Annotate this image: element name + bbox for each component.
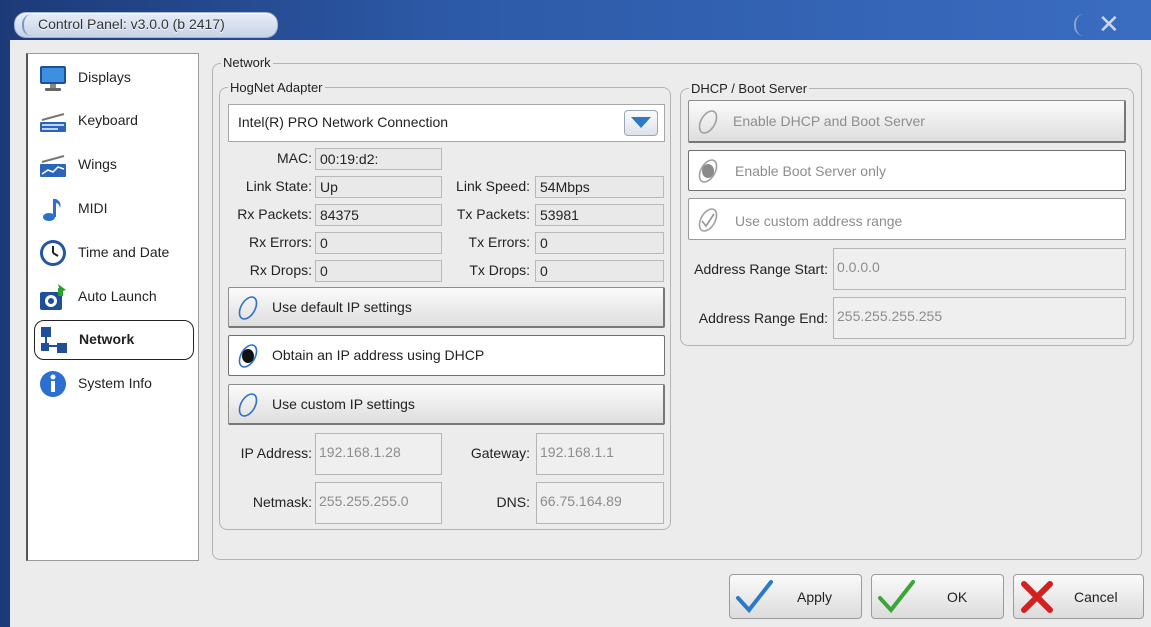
rx-packets-value: 84375 bbox=[315, 204, 442, 226]
mac-value: 00:19:d2: bbox=[315, 148, 442, 170]
enable-dhcp-boot-label: Enable DHCP and Boot Server bbox=[733, 113, 925, 129]
rx-errors-label: Rx Errors: bbox=[249, 234, 312, 250]
sidebar-item-auto-launch[interactable]: Auto Launch bbox=[34, 278, 192, 316]
link-speed-label: Link Speed: bbox=[456, 178, 530, 194]
radio-on-icon bbox=[238, 344, 258, 368]
custom-range-label: Use custom address range bbox=[735, 213, 903, 229]
sidebar-item-label: Network bbox=[79, 331, 135, 347]
adapter-dropdown-value: Intel(R) PRO Network Connection bbox=[238, 114, 449, 130]
network-icon bbox=[41, 327, 67, 353]
tx-packets-label: Tx Packets: bbox=[456, 206, 530, 222]
close-icon bbox=[1021, 581, 1053, 613]
close-icon[interactable]: ✕ bbox=[1098, 11, 1120, 37]
enable-boot-only-label: Enable Boot Server only bbox=[735, 163, 886, 179]
sidebar-item-label: Keyboard bbox=[78, 112, 138, 128]
custom-ip-option-label: Use custom IP settings bbox=[272, 396, 415, 412]
chevron-down-icon bbox=[631, 117, 651, 128]
cancel-label: Cancel bbox=[1074, 589, 1118, 605]
rx-packets-label: Rx Packets: bbox=[237, 206, 312, 222]
range-end-label: Address Range End: bbox=[698, 310, 828, 326]
sidebar-item-label: Auto Launch bbox=[78, 288, 157, 304]
link-speed-value: 54Mbps bbox=[535, 176, 664, 198]
checkmark-icon bbox=[736, 580, 773, 614]
sidebar-item-label: Displays bbox=[78, 69, 131, 85]
radio-on-icon bbox=[698, 159, 718, 183]
rx-drops-label: Rx Drops: bbox=[249, 262, 312, 278]
range-start-field[interactable]: 0.0.0.0 bbox=[833, 248, 1126, 290]
sidebar-item-label: Wings bbox=[78, 156, 117, 172]
sidebar-item-keyboard[interactable]: Keyboard bbox=[34, 102, 192, 140]
sidebar-item-displays[interactable]: Displays bbox=[34, 59, 192, 97]
checkbox-check-icon bbox=[698, 208, 718, 232]
sidebar-item-label: MIDI bbox=[78, 200, 108, 216]
info-icon bbox=[40, 371, 66, 397]
clock-icon bbox=[40, 240, 66, 266]
radio-off-icon bbox=[698, 110, 718, 134]
tx-errors-label: Tx Errors: bbox=[468, 234, 530, 250]
link-state-value: Up bbox=[315, 176, 442, 198]
network-group-label: Network bbox=[221, 55, 273, 70]
range-end-field[interactable]: 255.255.255.255 bbox=[833, 297, 1126, 339]
sidebar-item-network[interactable]: Network bbox=[34, 320, 194, 360]
radio-off-icon bbox=[238, 296, 258, 320]
checkmark-icon bbox=[878, 580, 915, 614]
ip-address-field[interactable]: 192.168.1.28 bbox=[315, 433, 442, 475]
tx-drops-value: 0 bbox=[535, 260, 664, 282]
netmask-label: Netmask: bbox=[252, 494, 312, 510]
music-note-icon bbox=[43, 199, 61, 221]
link-state-label: Link State: bbox=[245, 178, 312, 194]
sidebar-item-label: Time and Date bbox=[78, 244, 170, 260]
radio-off-icon bbox=[238, 393, 258, 417]
keyboard-icon bbox=[40, 113, 66, 132]
mac-label: MAC: bbox=[277, 150, 312, 166]
window-title: Control Panel: v3.0.0 (b 2417) bbox=[38, 16, 225, 32]
dns-field[interactable]: 66.75.164.89 bbox=[536, 482, 664, 524]
dhcp-option-label: Obtain an IP address using DHCP bbox=[272, 347, 485, 363]
auto-launch-icon bbox=[40, 284, 66, 310]
sidebar-item-system-info[interactable]: System Info bbox=[34, 365, 192, 403]
wing-console-icon bbox=[40, 155, 66, 177]
netmask-field[interactable]: 255.255.255.0 bbox=[315, 482, 442, 524]
range-start-label: Address Range Start: bbox=[694, 261, 828, 277]
apply-label: Apply bbox=[797, 589, 833, 605]
sidebar-item-time-and-date[interactable]: Time and Date bbox=[34, 234, 192, 272]
monitor-icon bbox=[40, 66, 66, 91]
tx-drops-label: Tx Drops: bbox=[469, 262, 530, 278]
sidebar-item-label: System Info bbox=[78, 375, 152, 391]
ip-address-label: IP Address: bbox=[240, 445, 312, 461]
tx-packets-value: 53981 bbox=[535, 204, 664, 226]
default-ip-option-label: Use default IP settings bbox=[272, 299, 412, 315]
hognet-adapter-label: HogNet Adapter bbox=[228, 80, 325, 95]
rx-drops-value: 0 bbox=[315, 260, 442, 282]
sidebar-item-midi[interactable]: MIDI bbox=[34, 190, 192, 228]
gateway-field[interactable]: 192.168.1.1 bbox=[536, 433, 664, 475]
gateway-label: Gateway: bbox=[470, 445, 530, 461]
sidebar: Displays Keyboard Wings MIDI Time and Da… bbox=[26, 53, 199, 561]
rx-errors-value: 0 bbox=[315, 232, 442, 254]
dns-label: DNS: bbox=[496, 494, 530, 510]
dhcp-boot-server-label: DHCP / Boot Server bbox=[689, 81, 810, 96]
sidebar-item-wings[interactable]: Wings bbox=[34, 146, 192, 184]
ok-label: OK bbox=[947, 589, 968, 605]
tx-errors-value: 0 bbox=[535, 232, 664, 254]
